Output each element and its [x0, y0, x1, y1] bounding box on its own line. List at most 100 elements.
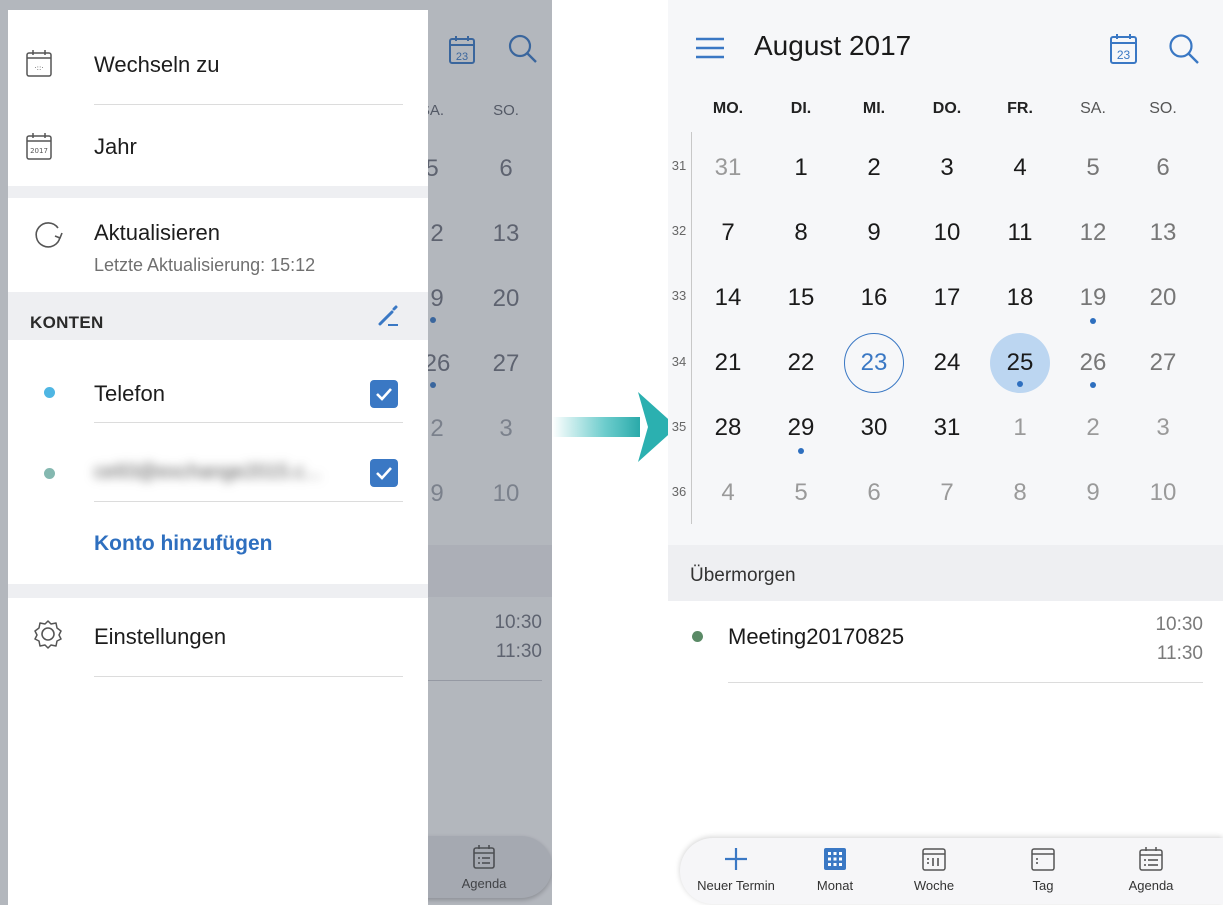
- calendar-day[interactable]: 14: [698, 278, 758, 318]
- nav-week[interactable]: Woche: [884, 846, 984, 902]
- nav-label: Monat: [816, 878, 854, 893]
- calendar-day[interactable]: 3: [1133, 408, 1193, 448]
- event-indicator-dot: [1090, 382, 1096, 388]
- calendar-day[interactable]: 29: [771, 408, 831, 448]
- hamburger-menu-icon[interactable]: [696, 36, 726, 60]
- agenda-icon: [1139, 847, 1163, 871]
- nav-day[interactable]: Tag: [993, 846, 1093, 902]
- dow-fr: FR.: [1007, 100, 1033, 117]
- week-view-icon: [922, 848, 946, 871]
- calendar-day[interactable]: 5: [1063, 148, 1123, 188]
- calendar-day[interactable]: 27: [1133, 343, 1193, 383]
- event-color-dot: [692, 631, 703, 642]
- calendar-day[interactable]: 21: [698, 343, 758, 383]
- menu-label-refresh: Aktualisieren: [94, 220, 220, 245]
- divider: [94, 501, 403, 502]
- checkmark-icon: [376, 467, 392, 480]
- calendar-day[interactable]: 19: [1063, 278, 1123, 318]
- week-number: 33: [671, 288, 687, 303]
- calendar-day[interactable]: 28: [698, 408, 758, 448]
- week-number-rule: [691, 132, 692, 524]
- nav-month[interactable]: Monat: [785, 846, 885, 902]
- add-account-link[interactable]: Konto hinzufügen: [94, 532, 272, 556]
- calendar-day[interactable]: 24: [917, 343, 977, 383]
- calendar-day[interactable]: 1: [990, 408, 1050, 448]
- account-checkbox[interactable]: [370, 459, 398, 487]
- month-title: August 2017: [754, 30, 912, 61]
- section-separator: [8, 584, 428, 598]
- calendar-day[interactable]: 3: [917, 148, 977, 188]
- svg-text:2017: 2017: [30, 147, 48, 155]
- calendar-day-selected[interactable]: 25: [990, 343, 1050, 383]
- calendar-day[interactable]: 17: [917, 278, 977, 318]
- calendar-day[interactable]: 6: [844, 473, 904, 513]
- menu-item-switch-to[interactable]: ·::· Wechseln zu: [8, 23, 428, 103]
- calendar-day[interactable]: 5: [771, 473, 831, 513]
- week-number: 32: [671, 223, 687, 238]
- calendar-day[interactable]: 20: [1133, 278, 1193, 318]
- nav-new-event[interactable]: Neuer Termin: [686, 846, 786, 902]
- nav-agenda[interactable]: Agenda: [1101, 846, 1201, 902]
- calendar-day[interactable]: 9: [1063, 473, 1123, 513]
- last-refresh-time: Letzte Aktualisierung: 15:12: [94, 255, 316, 275]
- account-name-obscured: ce93@exchange2015.c...: [94, 461, 322, 483]
- event-row[interactable]: Meeting20170825 10:30 11:30: [668, 604, 1223, 682]
- calendar-day[interactable]: 10: [917, 213, 977, 253]
- dow-mi: MI.: [862, 100, 886, 117]
- calendar-day[interactable]: 16: [844, 278, 904, 318]
- calendar-day[interactable]: 26: [1063, 343, 1123, 383]
- calendar-day[interactable]: 1: [771, 148, 831, 188]
- calendar-day[interactable]: 30: [844, 408, 904, 448]
- week-number: 35: [671, 419, 687, 434]
- calendar-day[interactable]: 12: [1063, 213, 1123, 253]
- svg-text:·::·: ·::·: [34, 64, 43, 72]
- event-indicator-dot: [1017, 381, 1023, 387]
- search-icon[interactable]: [1167, 32, 1201, 66]
- refresh-icon: [35, 222, 63, 248]
- calendar-day[interactable]: 7: [917, 473, 977, 513]
- svg-text:23: 23: [1117, 48, 1131, 62]
- calendar-day[interactable]: 8: [771, 213, 831, 253]
- account-row-exchange[interactable]: ce93@exchange2015.c...: [8, 423, 428, 503]
- event-start-time: 10:30: [1155, 614, 1203, 635]
- event-indicator-dot: [798, 448, 804, 454]
- calendar-day[interactable]: 22: [771, 343, 831, 383]
- nav-label: Woche: [913, 878, 955, 893]
- calendar-day[interactable]: 2: [844, 148, 904, 188]
- accounts-title: KONTEN: [30, 313, 104, 332]
- calendar-day[interactable]: 6: [1133, 148, 1193, 188]
- event-indicator-dot: [1090, 318, 1096, 324]
- calendar-day[interactable]: 18: [990, 278, 1050, 318]
- account-color-dot: [44, 387, 55, 398]
- calendar-day[interactable]: 7: [698, 213, 758, 253]
- agenda-heading: Übermorgen: [690, 565, 796, 586]
- calendar-day-today[interactable]: 23: [844, 343, 904, 383]
- calendar-day[interactable]: 4: [698, 473, 758, 513]
- dow-sa: SA.: [1080, 100, 1106, 117]
- menu-item-refresh[interactable]: Aktualisieren Letzte Aktualisierung: 15:…: [8, 198, 428, 291]
- account-row-phone[interactable]: Telefon: [8, 341, 428, 421]
- calendar-day[interactable]: 9: [844, 213, 904, 253]
- menu-item-settings[interactable]: Einstellungen: [8, 598, 428, 678]
- calendar-day[interactable]: 11: [990, 213, 1050, 253]
- calendar-day[interactable]: 31: [917, 408, 977, 448]
- edit-icon[interactable]: [376, 304, 402, 330]
- dow-di: DI.: [790, 100, 812, 117]
- calendar-day[interactable]: 2: [1063, 408, 1123, 448]
- menu-item-year[interactable]: 2017 Jahr: [8, 105, 428, 185]
- nav-label: Neuer Termin: [697, 878, 775, 893]
- checkmark-icon: [376, 388, 392, 401]
- calendar-day[interactable]: 8: [990, 473, 1050, 513]
- calendar-day[interactable]: 15: [771, 278, 831, 318]
- calendar-day[interactable]: 4: [990, 148, 1050, 188]
- account-color-dot: [44, 468, 55, 479]
- menu-label-settings: Einstellungen: [94, 624, 227, 649]
- account-name: Telefon: [94, 381, 165, 406]
- today-calendar-icon[interactable]: 23: [1109, 33, 1139, 65]
- dow-mo: MO.: [712, 100, 744, 117]
- calendar-day[interactable]: 13: [1133, 213, 1193, 253]
- day-view-icon: [1031, 848, 1055, 871]
- calendar-day[interactable]: 10: [1133, 473, 1193, 513]
- calendar-day[interactable]: 31: [698, 148, 758, 188]
- account-checkbox[interactable]: [370, 380, 398, 408]
